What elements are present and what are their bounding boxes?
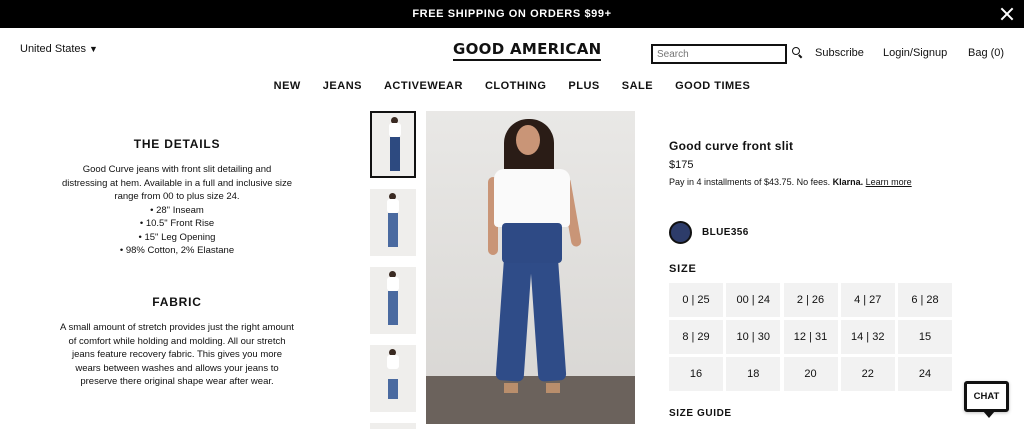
- size-option[interactable]: 18: [726, 357, 781, 391]
- size-option[interactable]: 22: [840, 357, 895, 391]
- promo-text: FREE SHIPPING ON ORDERS $99+: [412, 8, 612, 20]
- size-guide-link[interactable]: SIZE GUIDE: [669, 408, 732, 419]
- klarna-message: Pay in 4 installments of $43.75. No fees…: [669, 177, 912, 187]
- promo-banner: FREE SHIPPING ON ORDERS $99+: [0, 0, 1024, 28]
- product-title: Good curve front slit: [669, 139, 794, 153]
- size-option[interactable]: 0 | 25: [669, 283, 723, 317]
- size-option[interactable]: 15: [898, 320, 952, 354]
- details-section: THE DETAILS Good Curve jeans with front …: [60, 137, 294, 258]
- country-label: United States: [20, 43, 87, 55]
- country-selector[interactable]: United States ▼: [20, 43, 98, 55]
- size-option[interactable]: 14 | 32: [840, 320, 895, 354]
- search-icon[interactable]: [792, 47, 804, 59]
- color-name: BLUE356: [702, 227, 749, 238]
- details-title: THE DETAILS: [133, 137, 221, 151]
- fabric-text: A small amount of stretch provides just …: [60, 322, 294, 387]
- nav-jeans[interactable]: JEANS: [323, 80, 362, 92]
- fabric-section: FABRIC A small amount of stretch provide…: [60, 295, 294, 389]
- size-option[interactable]: 00 | 24: [726, 283, 781, 317]
- size-option[interactable]: 10 | 30: [726, 320, 781, 354]
- size-option[interactable]: 4 | 27: [840, 283, 895, 317]
- caret-down-icon: ▼: [89, 44, 98, 54]
- product-price: $175: [669, 159, 694, 171]
- main-nav: NEW JEANS ACTIVEWEAR CLOTHING PLUS SALE …: [0, 80, 1024, 92]
- thumbnail-4[interactable]: [370, 345, 416, 412]
- nav-activewear[interactable]: ACTIVEWEAR: [384, 80, 463, 92]
- size-option[interactable]: 2 | 26: [783, 283, 838, 317]
- fabric-title: FABRIC: [152, 295, 202, 309]
- learn-more-link[interactable]: Learn more: [866, 177, 912, 187]
- size-option[interactable]: 8 | 29: [669, 320, 723, 354]
- details-description: Good Curve jeans with front slit detaili…: [61, 164, 293, 202]
- thumbnail-5[interactable]: [370, 423, 416, 429]
- search-input[interactable]: [651, 44, 787, 64]
- nav-plus[interactable]: PLUS: [568, 80, 599, 92]
- chat-button[interactable]: CHAT: [964, 381, 1009, 418]
- product-main-image[interactable]: [426, 111, 635, 424]
- details-bullet-composition: 98% Cotton, 2% Elastane: [60, 244, 294, 258]
- chat-label: CHAT: [973, 391, 1000, 402]
- logo[interactable]: GOOD AMERICAN: [453, 40, 602, 61]
- size-option[interactable]: 16: [669, 357, 723, 391]
- color-swatch[interactable]: [669, 221, 692, 244]
- size-heading: SIZE: [669, 263, 697, 275]
- klarna-text: Pay in 4 installments of $43.75. No fees…: [669, 177, 831, 187]
- nav-clothing[interactable]: CLOTHING: [485, 80, 546, 92]
- klarna-brand: Klarna.: [832, 177, 864, 187]
- nav-new[interactable]: NEW: [274, 80, 301, 92]
- login-link[interactable]: Login/Signup: [883, 47, 947, 59]
- thumbnail-1[interactable]: [370, 111, 416, 178]
- thumbnail-2[interactable]: [370, 189, 416, 256]
- size-option[interactable]: 24: [898, 357, 952, 391]
- bag-link[interactable]: Bag (0): [968, 47, 1004, 59]
- nav-good-times[interactable]: GOOD TIMES: [675, 80, 750, 92]
- size-option[interactable]: 12 | 31: [783, 320, 838, 354]
- details-list: 28" Inseam 10.5" Front Rise 15" Leg Open…: [60, 204, 294, 258]
- subscribe-link[interactable]: Subscribe: [815, 47, 864, 59]
- thumbnail-gallery: [370, 111, 416, 432]
- size-option[interactable]: 6 | 28: [898, 283, 952, 317]
- size-option[interactable]: 20: [783, 357, 838, 391]
- details-bullet-leg-opening: 15" Leg Opening: [60, 231, 294, 245]
- thumbnail-3[interactable]: [370, 267, 416, 334]
- details-bullet-inseam: 28" Inseam: [60, 204, 294, 218]
- close-icon[interactable]: [998, 5, 1016, 23]
- size-selector: 0 | 25 00 | 24 2 | 26 4 | 27 6 | 28 8 | …: [669, 283, 952, 391]
- details-bullet-rise: 10.5" Front Rise: [60, 217, 294, 231]
- nav-sale[interactable]: SALE: [622, 80, 653, 92]
